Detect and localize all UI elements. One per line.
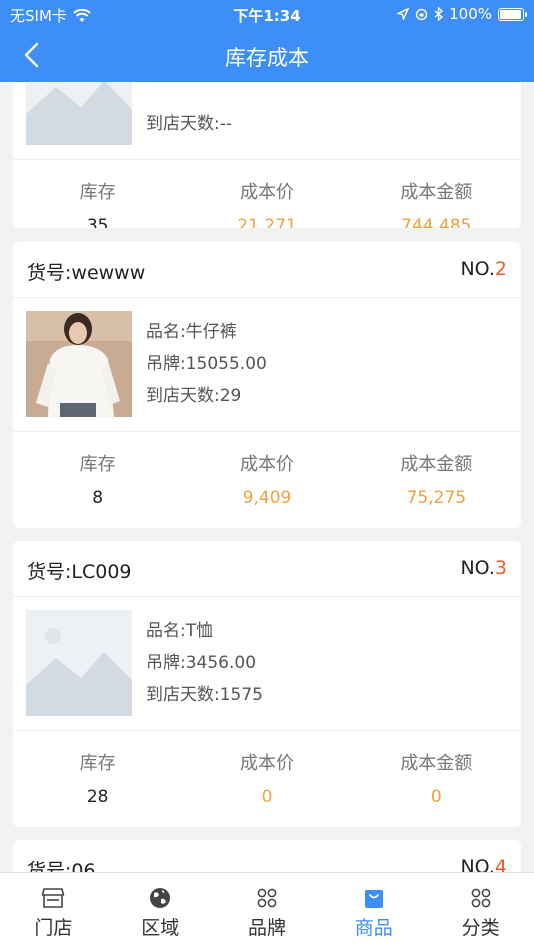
battery-percent: 100%: [449, 5, 492, 23]
stats-row: 库存 28 成本价 0 成本金额 0: [13, 731, 521, 827]
product-name: 品名:T恤: [146, 621, 214, 641]
grid-icon: [257, 888, 277, 908]
product-tag-price: 吊牌:3456.00: [146, 653, 257, 673]
cost-amount-value: 75,275: [406, 488, 467, 508]
cost-amount-label: 成本金额: [400, 182, 473, 203]
globe-icon: [150, 888, 171, 908]
rank-badge: NO.4: [460, 856, 507, 872]
cost-price-value: 0: [261, 787, 273, 807]
tab-region[interactable]: 区域: [107, 873, 214, 950]
rotation-lock-icon: [415, 8, 428, 20]
placeholder-image: [26, 82, 132, 145]
product-image: [26, 311, 132, 417]
product-days-in-store: 到店天数:29: [146, 386, 242, 406]
product-sku: 货号:LC009: [27, 561, 132, 583]
inventory-list[interactable]: 到店天数:-- 库存 35 成本价 21,271 成本金额 744,485 货号:we…: [0, 82, 534, 872]
cost-price-label: 成本价: [239, 182, 294, 203]
rank-number: 3: [494, 557, 507, 579]
stock-label: 库存: [79, 454, 116, 475]
product-card[interactable]: 到店天数:-- 库存 35 成本价 21,271 成本金额 744,485: [13, 82, 521, 228]
page-title: 库存成本: [225, 46, 309, 70]
tab-label: 分类: [461, 917, 500, 939]
cost-price-label: 成本价: [239, 753, 294, 774]
tab-store[interactable]: 门店: [0, 873, 107, 950]
tab-category[interactable]: 分类: [427, 873, 534, 950]
product-card[interactable]: 货号:LC009 NO.3 品名:T恤 吊牌:3456.00 到店天数:1575…: [13, 541, 521, 827]
cost-amount-label: 成本金额: [400, 454, 473, 475]
cost-price-label: 成本价: [239, 454, 294, 475]
stock-value: 8: [92, 488, 104, 508]
shopping-bag-icon: [364, 890, 383, 908]
product-card[interactable]: 货号:wewww NO.2 品名:牛仔裤 吊牌:15055.00 到店天数:29…: [13, 242, 521, 528]
stock-label: 库存: [79, 753, 116, 774]
stock-value: 28: [86, 787, 109, 807]
stats-row: 库存 35 成本价 21,271 成本金额 744,485: [13, 160, 521, 228]
status-bar: 无SIM卡 下午1:34 100%: [0, 0, 534, 28]
tab-label: 区域: [141, 917, 180, 939]
rank-badge: NO.2: [460, 258, 507, 280]
stock-label: 库存: [79, 182, 116, 203]
cost-amount-label: 成本金额: [400, 753, 473, 774]
rank-badge: NO.3: [460, 557, 507, 579]
tab-label: 品牌: [247, 917, 286, 939]
placeholder-image: [26, 610, 132, 716]
cost-amount-value: 744,485: [401, 216, 472, 228]
bluetooth-icon: [434, 7, 444, 21]
cost-price-value: 21,271: [237, 216, 297, 228]
grid-icon: [471, 888, 490, 908]
tab-brand[interactable]: 品牌: [214, 873, 321, 950]
product-tag-price: 吊牌:15055.00: [146, 354, 267, 374]
rank-prefix: NO.: [460, 856, 495, 872]
tab-label: 门店: [34, 917, 73, 939]
stats-row: 库存 8 成本价 9,409 成本金额 75,275: [13, 432, 521, 528]
product-sku: 货号:wewww: [27, 262, 146, 284]
navigation-bar: 库存成本: [0, 28, 534, 82]
product-sku: 货号:06: [27, 860, 96, 872]
cost-amount-value: 0: [430, 787, 442, 807]
product-card[interactable]: 货号:06 NO.4: [13, 840, 521, 872]
tab-product[interactable]: 商品: [320, 873, 427, 950]
product-days-in-store: 到店天数:1575: [146, 685, 263, 705]
location-icon: [397, 8, 410, 20]
product-days-in-store: 到店天数:--: [146, 114, 232, 134]
rank-number: 4: [494, 856, 507, 872]
rank-prefix: NO.: [460, 258, 495, 280]
battery-icon: [498, 7, 527, 21]
product-name: 品名:牛仔裤: [146, 322, 237, 342]
tab-bar: 门店 区域 品牌 商品 分类: [0, 872, 534, 950]
rank-number: 2: [494, 258, 507, 280]
tab-label: 商品: [354, 917, 393, 939]
stock-value: 35: [86, 216, 109, 228]
rank-prefix: NO.: [460, 557, 495, 579]
cost-price-value: 9,409: [242, 488, 292, 508]
store-icon: [42, 888, 65, 908]
